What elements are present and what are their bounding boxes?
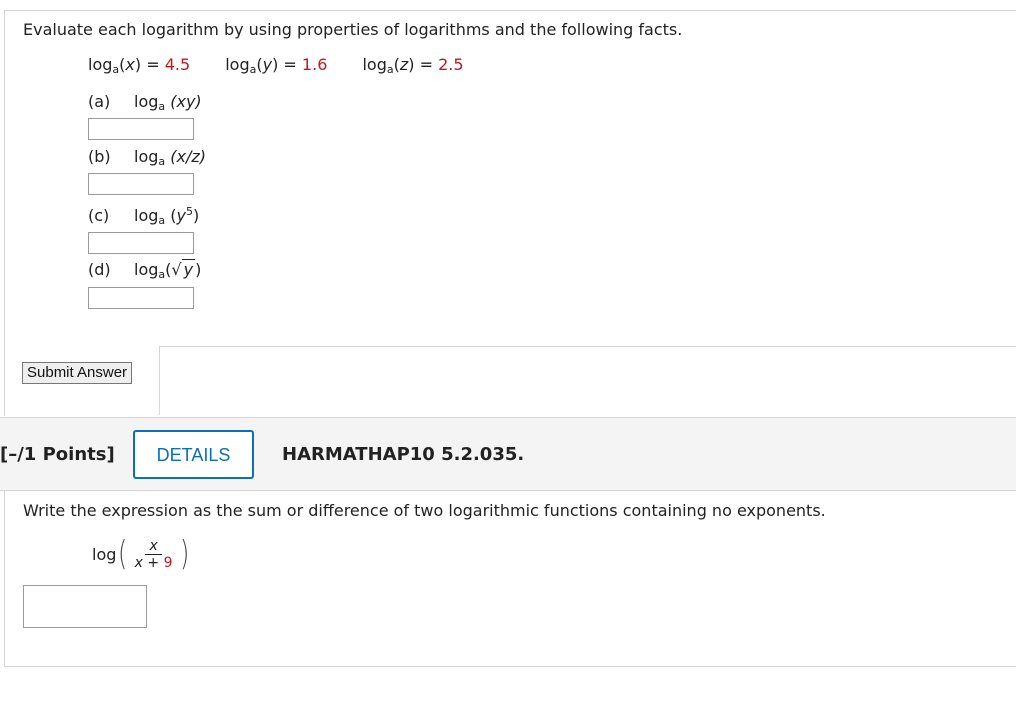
fact-log-y: loga(y) = 1.6 bbox=[225, 55, 328, 76]
part-d-answer-input[interactable] bbox=[88, 287, 194, 309]
square-root-symbol: √ y bbox=[171, 259, 196, 279]
part-b-answer-input[interactable] bbox=[88, 173, 194, 195]
part-b-label: (b) loga (x/z) bbox=[88, 147, 206, 168]
question-1-prompt: Evaluate each logarithm by using propert… bbox=[23, 20, 683, 39]
left-paren: ( bbox=[118, 534, 128, 574]
question-id: HARMATHAP10 5.2.035. bbox=[282, 444, 525, 465]
part-d-label: (d) loga(√ y) bbox=[88, 259, 202, 281]
question-2-prompt: Write the expression as the sum or diffe… bbox=[23, 501, 826, 520]
part-a-answer-input[interactable] bbox=[88, 118, 194, 140]
part-a-label: (a) loga (xy) bbox=[88, 92, 202, 113]
submit-area-divider bbox=[159, 346, 1016, 415]
log-expression: log ( x x + 9 ) bbox=[92, 534, 189, 574]
part-c-label: (c) loga (y5) bbox=[88, 205, 200, 227]
fact-log-z: loga(z) = 2.5 bbox=[362, 55, 464, 76]
submit-answer-button[interactable]: Submit Answer bbox=[22, 362, 133, 384]
question-2-answer-input[interactable] bbox=[23, 585, 147, 628]
question-2-header: [–/1 Points] DETAILS HARMATHAP10 5.2.035… bbox=[0, 417, 1016, 491]
part-c-answer-input[interactable] bbox=[88, 232, 194, 254]
fraction: x x + 9 bbox=[134, 537, 173, 571]
points-label: [–/1 Points] bbox=[0, 444, 115, 465]
details-button[interactable]: DETAILS bbox=[133, 430, 254, 479]
fact-log-x: loga(x) = 4.5 bbox=[88, 55, 191, 76]
fact-value: 2.5 bbox=[438, 55, 464, 74]
given-facts: loga(x) = 4.5 loga(y) = 1.6 loga(z) = 2.… bbox=[88, 55, 494, 76]
right-paren: ) bbox=[179, 534, 189, 574]
fact-value: 4.5 bbox=[164, 55, 191, 74]
fact-value: 1.6 bbox=[301, 55, 328, 74]
